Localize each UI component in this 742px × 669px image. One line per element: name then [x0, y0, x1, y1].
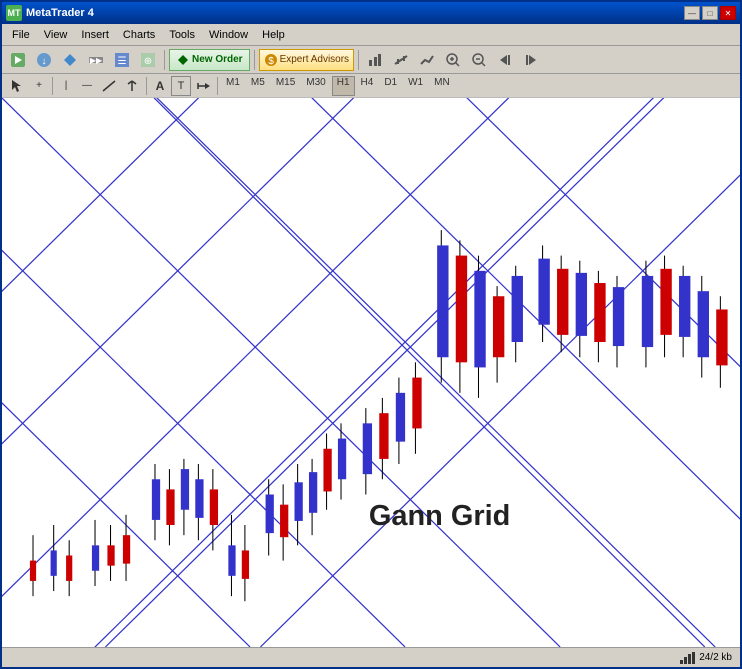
chart-svg: Gann Grid: [2, 98, 740, 647]
svg-text:Gann Grid: Gann Grid: [369, 500, 510, 532]
chart-area[interactable]: Gann Grid: [2, 98, 740, 647]
signal-bar-4: [692, 652, 695, 664]
status-text: 24/2 kb: [699, 652, 732, 663]
window-title: MetaTrader 4: [26, 7, 94, 19]
signal-icon: [680, 652, 695, 664]
pitchfork-tool[interactable]: [121, 76, 143, 96]
new-order-button[interactable]: New Order: [169, 49, 250, 71]
title-bar-left: MT MetaTrader 4: [6, 5, 94, 21]
tf-m1[interactable]: M1: [221, 76, 245, 96]
separator-d1: [52, 77, 53, 95]
svg-text:☰: ☰: [118, 56, 127, 67]
toolbar-btn-2[interactable]: ↓: [32, 49, 56, 71]
app-icon: MT: [6, 5, 22, 21]
signal-bar-1: [680, 660, 683, 664]
separator-1: [164, 50, 165, 70]
tf-mn[interactable]: MN: [429, 76, 455, 96]
toolbar-chart-btn-3[interactable]: [415, 49, 439, 71]
svg-text:▶▶: ▶▶: [90, 56, 103, 65]
separator-d3: [217, 77, 218, 95]
menu-window[interactable]: Window: [203, 27, 254, 43]
toolbar-scroll-btn-1[interactable]: [493, 49, 517, 71]
title-bar: MT MetaTrader 4 — □ ✕: [2, 2, 740, 24]
expert-advisors-button[interactable]: $ Expert Advisors: [259, 49, 354, 71]
toolbar-scroll-btn-2[interactable]: [519, 49, 543, 71]
text-tool[interactable]: A: [150, 76, 170, 96]
signal-bar-2: [684, 657, 687, 664]
arrow-tool[interactable]: [192, 76, 214, 96]
menu-bar: File View Insert Charts Tools Window Hel…: [2, 24, 740, 46]
toolbar-btn-6[interactable]: ⊕: [136, 49, 160, 71]
toolbar-btn-1[interactable]: [6, 49, 30, 71]
crosshair-tool[interactable]: +: [29, 76, 49, 96]
toolbar-btn-4[interactable]: ▶▶: [84, 49, 108, 71]
text-label-tool[interactable]: T: [171, 76, 191, 96]
menu-help[interactable]: Help: [256, 27, 291, 43]
trend-line-tool[interactable]: [98, 76, 120, 96]
title-buttons: — □ ✕: [684, 6, 736, 20]
toolbar-zoom-in[interactable]: [441, 49, 465, 71]
menu-charts[interactable]: Charts: [117, 27, 161, 43]
svg-text:$: $: [268, 56, 274, 67]
tf-w1[interactable]: W1: [403, 76, 428, 96]
tf-m5[interactable]: M5: [246, 76, 270, 96]
status-info: 24/2 kb: [680, 652, 732, 664]
menu-file[interactable]: File: [6, 27, 36, 43]
svg-text:⊕: ⊕: [144, 56, 152, 67]
separator-3: [358, 50, 359, 70]
menu-insert[interactable]: Insert: [75, 27, 115, 43]
toolbar-chart-btn-1[interactable]: [363, 49, 387, 71]
horizontal-line-tool[interactable]: —: [77, 76, 97, 96]
separator-d2: [146, 77, 147, 95]
separator-2: [254, 50, 255, 70]
menu-tools[interactable]: Tools: [163, 27, 201, 43]
tf-m15[interactable]: M15: [271, 76, 300, 96]
menu-view[interactable]: View: [38, 27, 74, 43]
close-button[interactable]: ✕: [720, 6, 736, 20]
toolbar-btn-5[interactable]: ☰: [110, 49, 134, 71]
vertical-line-tool[interactable]: |: [56, 76, 76, 96]
signal-bar-3: [688, 654, 691, 664]
tf-h4[interactable]: H4: [356, 76, 379, 96]
toolbar-drawing: + | — A T M1 M5 M15 M30 H1 H4 D1 W1 MN: [2, 74, 740, 98]
toolbar-btn-3[interactable]: [58, 49, 82, 71]
cursor-tool[interactable]: [6, 76, 28, 96]
minimize-button[interactable]: —: [684, 6, 700, 20]
toolbar-chart-btn-2[interactable]: [389, 49, 413, 71]
toolbar-main: ↓ ▶▶ ☰ ⊕ New Order $ Expert Advisors: [2, 46, 740, 74]
tf-h1[interactable]: H1: [332, 76, 355, 96]
tf-m30[interactable]: M30: [301, 76, 330, 96]
svg-text:↓: ↓: [42, 56, 47, 67]
main-window: MT MetaTrader 4 — □ ✕ File View Insert C…: [0, 0, 742, 669]
status-bar: 24/2 kb: [2, 647, 740, 667]
toolbar-zoom-out[interactable]: [467, 49, 491, 71]
maximize-button[interactable]: □: [702, 6, 718, 20]
tf-d1[interactable]: D1: [379, 76, 402, 96]
